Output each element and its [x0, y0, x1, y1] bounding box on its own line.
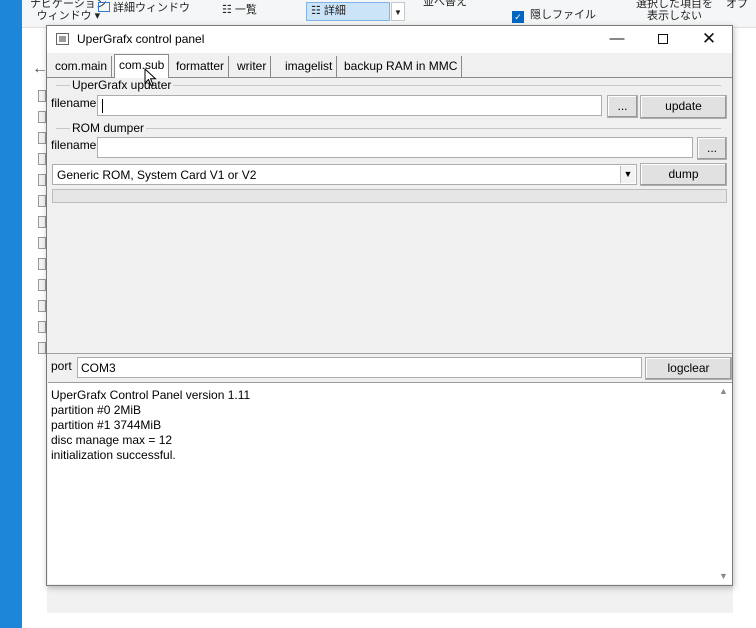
- scroll-down-icon[interactable]: ▼: [719, 571, 728, 581]
- chevron-down-icon[interactable]: ▼: [620, 166, 635, 183]
- tab-formatter[interactable]: formatter: [172, 56, 230, 77]
- control-panel-window: UperGrafx control panel — ✕ com.main com…: [46, 25, 733, 586]
- options-button[interactable]: オプ: [726, 0, 748, 10]
- maximize-icon: [658, 34, 668, 44]
- folder-icon: [38, 153, 46, 165]
- folder-icon: [38, 195, 46, 207]
- dump-progress-bar: [52, 189, 727, 203]
- details-pane-button[interactable]: 詳細ウィンドウ: [98, 2, 190, 14]
- folder-icon: [38, 132, 46, 144]
- tab-com-main[interactable]: com.main: [51, 56, 113, 77]
- dumper-group-label: ROM dumper: [70, 121, 147, 135]
- port-separator: [47, 353, 732, 354]
- dumper-filename-input[interactable]: [97, 137, 693, 158]
- details-view-icon: ☷: [311, 5, 324, 17]
- folder-icon: [38, 321, 46, 333]
- dumper-browse-button[interactable]: ...: [697, 137, 727, 160]
- details-view-button[interactable]: ☷ 詳細: [306, 2, 390, 21]
- folder-icon: [38, 279, 46, 291]
- scroll-up-icon[interactable]: ▲: [719, 386, 728, 396]
- mouse-cursor-icon: [144, 68, 157, 87]
- folder-icon: [38, 237, 46, 249]
- updater-browse-button[interactable]: ...: [607, 95, 638, 118]
- close-button[interactable]: ✕: [686, 26, 732, 53]
- rom-type-selected: Generic ROM, System Card V1 or V2: [57, 168, 257, 182]
- update-button[interactable]: update: [640, 95, 727, 119]
- title-bar[interactable]: UperGrafx control panel — ✕: [47, 26, 732, 53]
- tab-writer[interactable]: writer: [233, 56, 272, 77]
- updater-filename-input[interactable]: [97, 95, 602, 116]
- log-lines: UperGrafx Control Panel version 1.11 par…: [49, 388, 250, 463]
- tab-imagelist[interactable]: imagelist: [281, 56, 338, 77]
- maximize-button[interactable]: [640, 26, 686, 53]
- dump-button[interactable]: dump: [640, 163, 727, 186]
- sort-button[interactable]: 並べ替え: [423, 0, 467, 8]
- hide-selected-items-button[interactable]: 選択した項目を 表示しない: [636, 0, 713, 22]
- log-line: partition #1 3744MiB: [51, 418, 162, 432]
- navigation-pane-button[interactable]: ナビゲーション ウィンドウ ▾: [30, 0, 107, 22]
- window-title: UperGrafx control panel: [77, 32, 205, 46]
- list-view-icon: ☷: [222, 4, 235, 16]
- updater-filename-label: filename: [51, 96, 97, 110]
- folder-icon: [38, 342, 46, 354]
- folder-icon: [38, 90, 46, 102]
- folder-icon: [38, 258, 46, 270]
- app-icon: [56, 33, 69, 45]
- window-shadow: [47, 585, 733, 613]
- tab-com-sub[interactable]: com.sub: [114, 54, 170, 78]
- log-scrollbar[interactable]: ▲ ▼: [715, 383, 732, 583]
- folder-icon: [38, 216, 46, 228]
- rom-type-select[interactable]: Generic ROM, System Card V1 or V2 ▼: [52, 164, 637, 185]
- folder-icon: [38, 300, 46, 312]
- desktop-strip: [0, 0, 22, 628]
- dumper-filename-label: filename: [51, 138, 97, 152]
- log-line: disc manage max = 12: [51, 433, 173, 447]
- log-line: UperGrafx Control Panel version 1.11: [51, 388, 251, 402]
- tab-backup-ram[interactable]: backup RAM in MMC: [340, 56, 463, 77]
- log-line: initialization successful.: [51, 448, 176, 462]
- logclear-button[interactable]: logclear: [645, 357, 732, 380]
- hidden-files-checkbox[interactable]: ✓ 隠しファイル: [512, 9, 596, 23]
- layout-dropdown-button[interactable]: ▼: [391, 2, 405, 21]
- folder-icon: [38, 111, 46, 123]
- port-label: port: [51, 359, 72, 373]
- details-pane-icon: [98, 2, 110, 12]
- list-view-button[interactable]: ☷ 一覧: [222, 4, 257, 16]
- log-line: partition #0 2MiB: [51, 403, 142, 417]
- dumper-group-frame: [56, 128, 721, 129]
- minimize-button[interactable]: —: [594, 26, 640, 53]
- checkbox-checked-icon: ✓: [512, 11, 524, 23]
- log-output[interactable]: UperGrafx Control Panel version 1.11 par…: [48, 382, 732, 584]
- port-input[interactable]: COM3: [77, 357, 642, 378]
- folder-icon: [38, 174, 46, 186]
